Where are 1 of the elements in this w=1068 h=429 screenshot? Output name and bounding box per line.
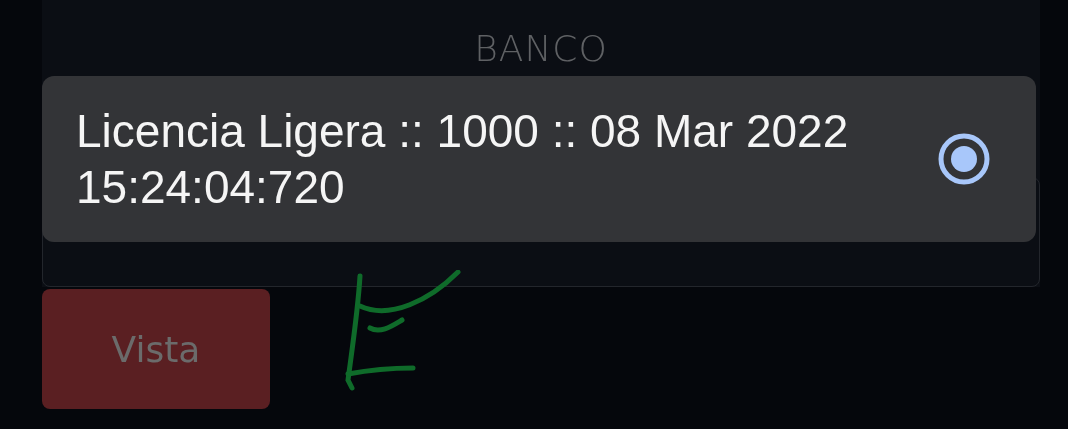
field-label: BANCO [474, 28, 608, 69]
